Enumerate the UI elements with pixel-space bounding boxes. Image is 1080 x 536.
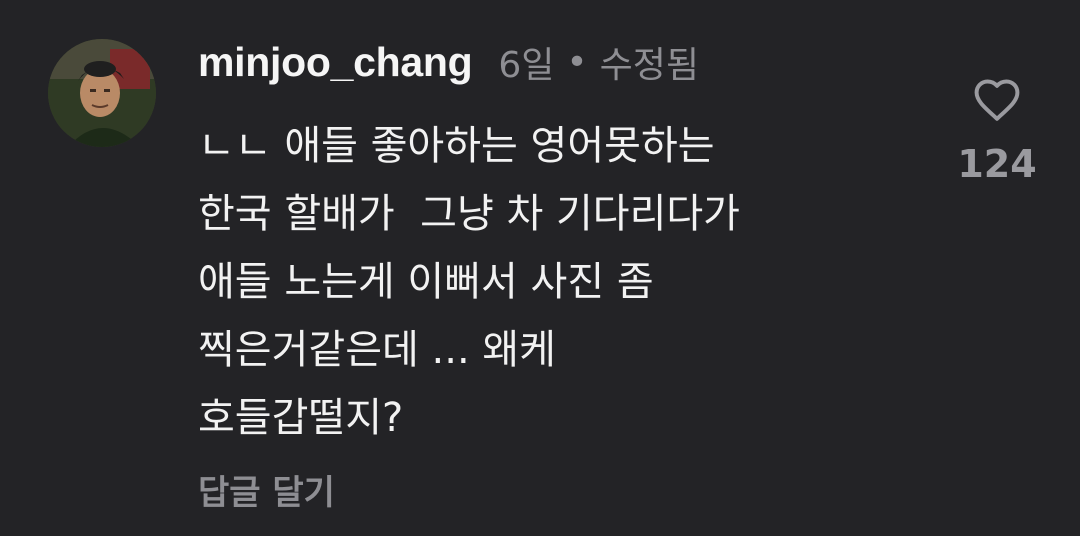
comment-header: minjoo_chang 6일 • 수정됨 <box>198 36 699 88</box>
avatar[interactable] <box>48 39 156 147</box>
meta-separator: • <box>566 41 588 83</box>
timestamp: 6일 <box>498 45 555 86</box>
comment-item: minjoo_chang 6일 • 수정됨 ㄴㄴ 애들 좋아하는 영어못하는 한… <box>0 0 1080 536</box>
heart-outline-icon[interactable] <box>972 76 1022 122</box>
like-button[interactable]: 124 <box>952 76 1042 196</box>
edited-label: 수정됨 <box>599 45 699 86</box>
like-count: 124 <box>957 142 1037 186</box>
avatar-image <box>48 39 156 147</box>
reply-button[interactable]: 답글 달기 <box>198 465 335 514</box>
comment-text: ㄴㄴ 애들 좋아하는 영어못하는 한국 할배가 그냥 차 기다리다가 애들 노는… <box>198 123 740 441</box>
username[interactable]: minjoo_chang <box>198 39 473 86</box>
